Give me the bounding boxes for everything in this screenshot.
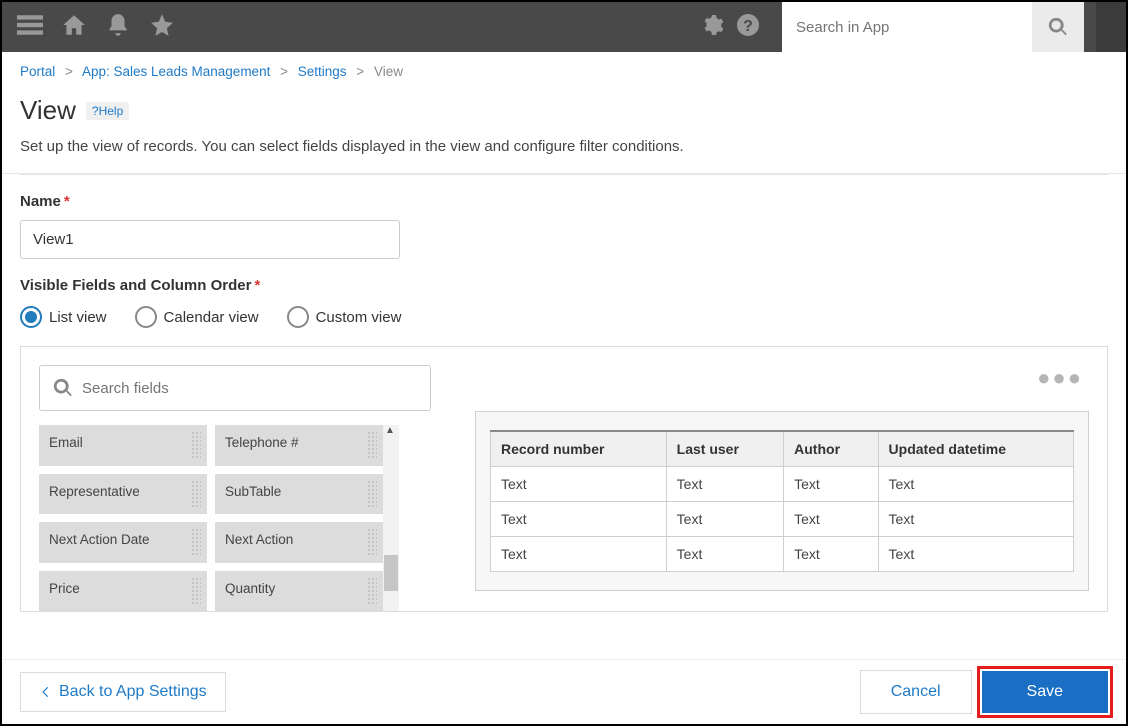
bell-icon[interactable] (105, 12, 131, 43)
home-icon[interactable] (61, 12, 87, 43)
field-chip[interactable]: Price (39, 571, 207, 612)
field-chip[interactable]: SubTable (215, 474, 383, 515)
field-search-wrap (39, 365, 431, 411)
field-chip[interactable]: Next Action (215, 522, 383, 563)
menu-icon[interactable] (17, 12, 43, 43)
breadcrumb-settings[interactable]: Settings (298, 64, 347, 79)
back-to-settings-button[interactable]: Back to App Settings (20, 672, 226, 712)
field-chip[interactable]: Representative (39, 474, 207, 515)
preview-table: Record number Last user Author Updated d… (490, 430, 1074, 572)
preview-table-wrap: Record number Last user Author Updated d… (475, 411, 1089, 591)
search-button[interactable] (1032, 2, 1084, 52)
breadcrumb: Portal > App: Sales Leads Management > S… (2, 52, 1126, 85)
col-header[interactable]: Last user (666, 431, 783, 467)
field-config-panel: Email Telephone # Representative SubTabl… (20, 346, 1108, 612)
table-row: TextTextTextText (491, 537, 1074, 572)
breadcrumb-portal[interactable]: Portal (20, 64, 55, 79)
field-chip[interactable]: Quantity (215, 571, 383, 612)
radio-list-view[interactable]: List view (20, 306, 107, 328)
view-name-input[interactable] (20, 220, 400, 259)
fields-scrollbar[interactable]: ▲ (383, 425, 399, 611)
radio-custom-view[interactable]: Custom view (287, 306, 402, 328)
page-description: Set up the view of records. You can sele… (2, 132, 1126, 174)
field-chip[interactable]: Telephone # (215, 425, 383, 466)
more-options-icon[interactable]: ●●● (475, 365, 1089, 391)
col-header[interactable]: Record number (491, 431, 667, 467)
cancel-button[interactable]: Cancel (860, 670, 972, 714)
save-button[interactable]: Save (982, 671, 1108, 713)
global-search (782, 2, 1084, 52)
field-chip[interactable]: Next Action Date (39, 522, 207, 563)
search-icon (52, 377, 74, 399)
table-row: TextTextTextText (491, 467, 1074, 502)
available-fields-grid: Email Telephone # Representative SubTabl… (39, 425, 383, 611)
footer-bar: Back to App Settings Cancel Save (2, 659, 1126, 724)
help-icon[interactable]: ? (736, 13, 760, 42)
table-row: TextTextTextText (491, 502, 1074, 537)
radio-calendar-view[interactable]: Calendar view (135, 306, 259, 328)
name-label: Name* (20, 193, 1108, 210)
svg-text:?: ? (743, 18, 753, 35)
gear-icon[interactable] (700, 13, 724, 42)
breadcrumb-app[interactable]: App: Sales Leads Management (82, 64, 270, 79)
star-icon[interactable] (149, 12, 175, 43)
breadcrumb-current: View (374, 64, 403, 79)
search-input[interactable] (782, 2, 1032, 52)
topbar-edge (1096, 2, 1126, 52)
field-search-input[interactable] (82, 380, 418, 397)
col-header[interactable]: Updated datetime (878, 431, 1073, 467)
top-nav-bar: ? (2, 2, 1126, 52)
visible-fields-label: Visible Fields and Column Order* (20, 277, 1108, 294)
page-title: View (20, 95, 76, 126)
help-link[interactable]: ?Help (86, 102, 129, 120)
field-chip[interactable]: Email (39, 425, 207, 466)
col-header[interactable]: Author (784, 431, 878, 467)
chevron-left-icon (39, 685, 53, 699)
